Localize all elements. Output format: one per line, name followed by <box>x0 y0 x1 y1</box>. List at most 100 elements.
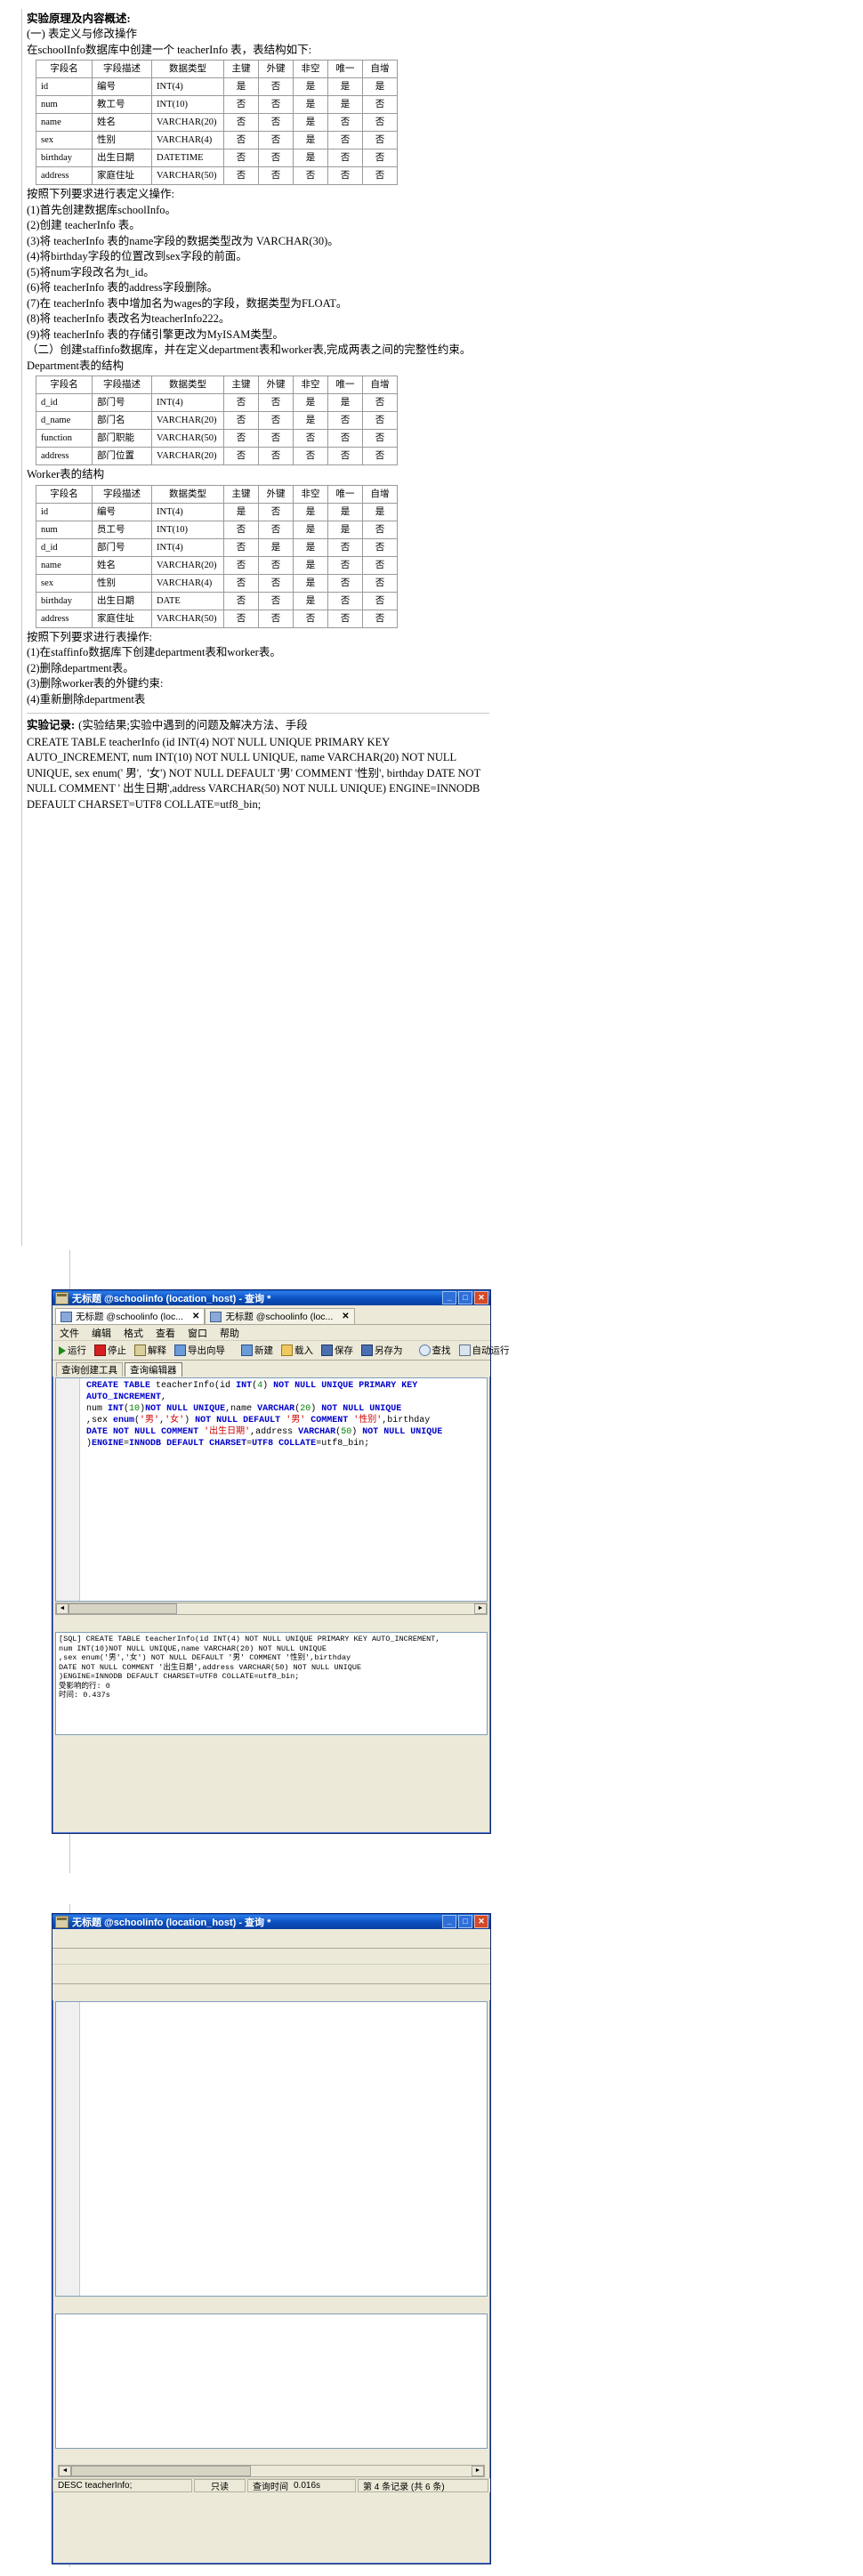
table-cell: 否 <box>362 591 398 610</box>
column-header: 字段描述 <box>92 375 152 394</box>
toolbar-find[interactable]: 查找 <box>416 1343 454 1358</box>
minimize-button[interactable]: _ <box>442 1915 456 1928</box>
table-cell: 否 <box>362 555 398 575</box>
minimize-button[interactable]: _ <box>442 1291 456 1304</box>
window2-result-tabs[interactable] <box>55 2298 488 2314</box>
doc-heading: 实验原理及内容概述: <box>27 12 131 25</box>
scroll-thumb[interactable] <box>69 1603 177 1614</box>
table-row: name 姓名 VARCHAR(20) 否否是否否 <box>36 113 398 132</box>
table-cell: 否 <box>258 609 294 628</box>
menu-item-编辑[interactable]: 编辑 <box>92 1326 111 1340</box>
toolbar-auto-run[interactable]: 自动运行 <box>456 1343 512 1358</box>
menu-item-查看[interactable]: 查看 <box>156 1326 175 1340</box>
column-header: 非空 <box>293 484 328 504</box>
toolbar-run[interactable]: 运行 <box>56 1343 89 1358</box>
close-button[interactable]: ✕ <box>474 1291 488 1304</box>
scroll-right-button[interactable]: ► <box>474 1603 487 1614</box>
list-item: (3)删除worker表的外键约束: <box>27 677 164 690</box>
subtab-查询编辑器[interactable]: 查询编辑器 <box>125 1362 182 1377</box>
scroll-left-button[interactable]: ◄ <box>56 1603 69 1614</box>
column-header: 自增 <box>362 375 398 394</box>
toolbar-label: 载入 <box>294 1345 313 1356</box>
list-item: (8)将 teacherInfo 表改名为teacherInfo222。 <box>27 312 230 325</box>
toolbar-new[interactable]: 新建 <box>238 1343 276 1358</box>
window2-menubar[interactable] <box>52 1949 490 1965</box>
window1-toolbar[interactable]: 运行 停止 解释 导出向导 新建 载入 保存 另存为 查找 自动运行 <box>52 1341 510 1361</box>
maximize-button[interactable]: □ <box>458 1915 472 1928</box>
menu-item-格式[interactable]: 格式 <box>124 1326 143 1340</box>
table-cell: 否 <box>362 429 398 448</box>
table-cell: 否 <box>362 166 398 185</box>
column-header: 数据类型 <box>151 484 224 504</box>
window2-subtabs[interactable] <box>52 1984 490 2000</box>
close-icon[interactable]: ✕ <box>192 1312 199 1321</box>
stop-icon <box>94 1345 106 1356</box>
table-cell: 否 <box>327 573 363 593</box>
toolbar-save[interactable]: 保存 <box>319 1343 356 1358</box>
window2-result-pane: ◄ ► <box>55 2298 488 2477</box>
scroll-thumb[interactable] <box>71 2466 251 2476</box>
window1-info-text: [SQL] CREATE TABLE teacherInfo(id INT(4)… <box>55 1632 488 1735</box>
menu-item-帮助[interactable]: 帮助 <box>220 1326 239 1340</box>
load-icon <box>281 1345 293 1356</box>
window1-sql-editor[interactable]: CREATE TABLE teacherInfo(id INT(4) NOT N… <box>55 1377 488 1602</box>
query-tab-1[interactable]: 无标题 @schoolinfo (loc... ✕ <box>205 1308 355 1324</box>
window2-toolbar[interactable] <box>52 1965 490 1984</box>
table-cell: num <box>36 95 93 114</box>
table-cell: VARCHAR(20) <box>151 447 224 465</box>
menu-item-窗口[interactable]: 窗口 <box>188 1326 207 1340</box>
toolbar-save-as[interactable]: 另存为 <box>359 1343 406 1358</box>
table-cell: VARCHAR(20) <box>151 113 224 132</box>
window2-titlebar[interactable]: 无标题 @schoolinfo (location_host) - 查询 * _… <box>52 1914 490 1929</box>
table-cell: 否 <box>362 393 398 412</box>
window1-controls[interactable]: _ □ ✕ <box>442 1291 488 1304</box>
grid-hscrollbar[interactable]: ◄ ► <box>58 2465 485 2477</box>
table-cell: 姓名 <box>92 555 152 575</box>
result-grid[interactable] <box>55 2314 488 2449</box>
scroll-right-button[interactable]: ► <box>472 2466 484 2476</box>
window1-editor-hscrollbar[interactable]: ◄ ► <box>55 1603 488 1615</box>
record-section: 实验记录: (实验结果;实验中遇到的问题及解决方法、手段 CREATE TABL… <box>27 713 489 812</box>
close-button[interactable]: ✕ <box>474 1915 488 1928</box>
menu-item-文件[interactable]: 文件 <box>60 1326 79 1340</box>
window1-result-tabs[interactable] <box>55 1617 488 1632</box>
left-margin-rule <box>21 9 22 1246</box>
table-cell: 否 <box>327 113 363 132</box>
window1-subtabs[interactable]: 查询创建工具 查询编辑器 <box>52 1361 490 1377</box>
table-cell: d_id <box>36 393 93 412</box>
toolbar-stop[interactable]: 停止 <box>92 1343 129 1358</box>
toolbar-load[interactable]: 载入 <box>278 1343 316 1358</box>
table-row: address 家庭住址 VARCHAR(50) 否否否否否 <box>36 609 398 628</box>
status-query: DESC teacherInfo; <box>52 2479 192 2492</box>
status-time-value: 0.016s <box>294 2481 321 2491</box>
subtab-查询创建工具[interactable]: 查询创建工具 <box>56 1362 123 1377</box>
list-item: (2)创建 teacherInfo 表。 <box>27 219 141 231</box>
query-window-1[interactable]: 无标题 @schoolinfo (location_host) - 查询 * _… <box>52 1289 510 1834</box>
window2-statusbar: DESC teacherInfo; 只读 查询时间 0.016s 第 4 条记录… <box>52 2478 490 2492</box>
close-icon[interactable]: ✕ <box>342 1312 349 1321</box>
query-window-2[interactable]: 无标题 @schoolinfo (location_host) - 查询 * _… <box>52 1913 491 2564</box>
table-cell: 是 <box>293 95 328 114</box>
query-tab-0[interactable]: 无标题 @schoolinfo (loc... ✕ <box>55 1308 206 1324</box>
code-body[interactable]: CREATE TABLE teacherInfo(id INT(4) NOT N… <box>86 1378 487 1463</box>
table-cell: 是 <box>293 131 328 149</box>
table-cell: 编号 <box>92 77 152 96</box>
table-row: d_id 部门号 INT(4) 否否是是否 <box>36 393 398 412</box>
window2-tabstrip[interactable] <box>52 1929 490 1949</box>
window2-sql-editor[interactable] <box>55 2001 488 2297</box>
toolbar-explain[interactable]: 解释 <box>132 1343 169 1358</box>
window2-controls[interactable]: _ □ ✕ <box>442 1915 488 1928</box>
window1-titlebar[interactable]: 无标题 @schoolinfo (location_host) - 查询 * _… <box>52 1290 490 1305</box>
window1-menubar[interactable]: 文件 编辑 格式 查看 窗口 帮助 <box>52 1325 490 1341</box>
record-navigator[interactable] <box>55 2449 488 2464</box>
department-structure-table: 字段名 字段描述 数据类型 主键 外键 非空 唯一 自增 d_id 部门号 INT(4) 否否是是否 d… <box>36 375 398 465</box>
list-item: (5)将num字段改名为t_id。 <box>27 265 155 279</box>
scroll-left-button[interactable]: ◄ <box>59 2466 71 2476</box>
table-cell: name <box>36 555 93 575</box>
window1-tabstrip[interactable]: 无标题 @schoolinfo (loc... ✕ 无标题 @schoolinfo … <box>52 1305 490 1325</box>
export-wizard-icon <box>174 1345 186 1356</box>
toolbar-export-wizard[interactable]: 导出向导 <box>172 1343 228 1358</box>
table-cell: d_name <box>36 411 93 430</box>
maximize-button[interactable]: □ <box>458 1291 472 1304</box>
table-cell: 否 <box>362 411 398 430</box>
